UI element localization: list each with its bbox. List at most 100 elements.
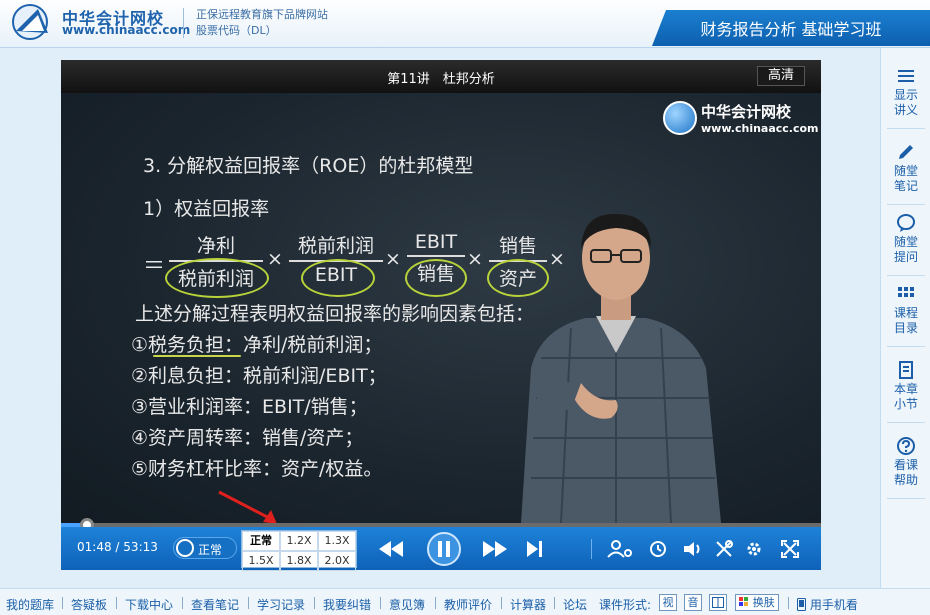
footer-link-qa-board[interactable]: 答疑板	[71, 596, 107, 613]
rewind-icon	[379, 540, 403, 557]
speed-toggle-button[interactable]: 正常	[173, 537, 237, 559]
mode-video-button[interactable]: 视	[659, 594, 677, 611]
sidebar-item-ask-question[interactable]: 随堂 提问	[881, 203, 930, 273]
sidebar-item-label: 提问	[893, 250, 918, 264]
player-controls: 01:48 / 53:13 正常 正常 1.2X 1.3X 1.5X 1.8X …	[61, 527, 821, 571]
sidebar-item-label: 小节	[893, 397, 918, 411]
video-frame[interactable]: 中华会计网校 www.chinaacc.com 3. 分解权益回报率（ROE）的…	[61, 93, 821, 523]
player-title-bar: 第11讲 杜邦分析 高清	[61, 60, 821, 93]
speed-option[interactable]: 1.3X	[318, 531, 356, 551]
speed-option[interactable]: 2.0X	[318, 551, 356, 571]
tools-button[interactable]	[711, 527, 737, 570]
teacher-button[interactable]	[605, 527, 635, 570]
courseware-mode-label: 课件形式:	[599, 598, 652, 612]
document-icon	[899, 361, 913, 379]
brand-url[interactable]: www.chinaacc.com	[62, 23, 190, 37]
timer-button[interactable]	[645, 527, 671, 570]
footer-divider	[62, 597, 63, 609]
slide-times: ×	[267, 248, 283, 270]
time-display: 01:48 / 53:13	[77, 540, 158, 554]
skin-label: 换肤	[752, 596, 775, 609]
settings-button[interactable]	[741, 527, 767, 570]
slide-list-item: ③营业利润率：EBIT/销售；	[131, 396, 368, 418]
next-button[interactable]	[523, 527, 547, 570]
slide-equals: ＝	[143, 254, 166, 279]
pencil-icon	[899, 145, 913, 159]
footer-link-feedback[interactable]: 意见簿	[389, 596, 425, 613]
tools-icon	[716, 539, 733, 557]
sidebar-item-label: 笔记	[893, 179, 918, 193]
pause-button[interactable]	[425, 527, 463, 570]
highlight-oval	[165, 258, 269, 298]
pause-icon	[427, 531, 461, 566]
footer-link-download-center[interactable]: 下载中心	[125, 596, 173, 613]
layout-icon	[712, 597, 724, 608]
sidebar-item-course-catalog[interactable]: 课程 目录	[881, 274, 930, 344]
slide-subheading: 1）权益回报率	[143, 198, 270, 220]
fraction-numerator: EBIT	[407, 231, 465, 257]
slide-intro: 上述分解过程表明权益回报率的影响因素包括：	[135, 303, 535, 325]
sidebar-divider	[887, 346, 925, 347]
speed-option[interactable]: 1.8X	[280, 551, 318, 571]
course-title-tab: 财务报告分析 基础学习班	[652, 10, 930, 46]
footer-divider	[314, 597, 315, 609]
header-tagline: 正保远程教育旗下品牌网站	[196, 8, 328, 21]
speed-label: 正常	[198, 543, 223, 557]
footer-divider	[116, 597, 117, 609]
stock-code: 股票代码（DL）	[196, 24, 277, 37]
right-sidebar: 显示 讲义 随堂 笔记 随堂 提问 课程 目录 本章 小节 看课 帮助	[880, 48, 930, 588]
mode-audio-button[interactable]: 音	[684, 594, 702, 611]
sidebar-divider	[887, 422, 925, 423]
menu-icon	[898, 70, 914, 82]
change-skin-button[interactable]: 换肤	[735, 594, 779, 611]
footer-divider	[788, 597, 789, 609]
quality-button[interactable]: 高清	[757, 66, 805, 86]
footer-divider	[248, 597, 249, 609]
footer-divider	[501, 597, 502, 609]
sidebar-item-help[interactable]: 看课 帮助	[881, 426, 930, 496]
sidebar-item-label: 看课	[893, 458, 918, 472]
layout-toggle-button[interactable]	[709, 594, 727, 611]
video-watermark: 中华会计网校 www.chinaacc.com	[663, 101, 819, 139]
presenter-figure	[521, 213, 721, 523]
highlight-underline	[153, 355, 241, 357]
footer-link-report-error[interactable]: 我要纠错	[323, 596, 371, 613]
slide-times: ×	[467, 248, 483, 270]
footer-bar: 我的题库 答疑板 下载中心 查看笔记 学习记录 我要纠错 意见簿 教师评价 计算…	[0, 588, 930, 615]
footer-link-forum[interactable]: 论坛	[563, 596, 587, 613]
volume-button[interactable]	[681, 527, 707, 570]
footer-link-question-bank[interactable]: 我的题库	[6, 596, 54, 613]
slide-times: ×	[385, 248, 401, 270]
sidebar-item-show-handout[interactable]: 显示 讲义	[881, 56, 930, 126]
chinaacc-logo-icon[interactable]	[8, 3, 56, 41]
fullscreen-button[interactable]	[777, 527, 803, 570]
sidebar-item-label: 课程	[893, 306, 918, 320]
fullscreen-icon	[781, 539, 799, 558]
footer-link-teacher-rating[interactable]: 教师评价	[444, 596, 492, 613]
slide-list-item: ①税务负担：净利/税前利润；	[131, 334, 383, 356]
footer-divider	[380, 597, 381, 609]
speed-option[interactable]: 1.2X	[280, 531, 318, 551]
sidebar-divider	[887, 498, 925, 499]
footer-divider	[554, 597, 555, 609]
sidebar-item-notes[interactable]: 随堂 笔记	[881, 132, 930, 202]
annotation-arrow-icon	[218, 490, 277, 523]
sidebar-item-label: 随堂	[893, 164, 918, 178]
total-time: 53:13	[123, 540, 158, 554]
rewind-button[interactable]	[377, 527, 405, 570]
footer-divider	[435, 597, 436, 609]
mobile-view-link[interactable]: 用手机看	[797, 596, 858, 613]
footer-divider	[182, 597, 183, 609]
video-player: 第11讲 杜邦分析 高清 中华会计网校 www.chinaacc.com 3. …	[61, 60, 821, 571]
grid-icon	[898, 287, 914, 297]
sidebar-item-label: 目录	[893, 321, 918, 335]
sidebar-item-chapter-sections[interactable]: 本章 小节	[881, 350, 930, 420]
speed-option[interactable]: 正常	[242, 531, 280, 551]
speed-option[interactable]: 1.5X	[242, 551, 280, 571]
fast-forward-button[interactable]	[481, 527, 509, 570]
highlight-oval	[405, 259, 467, 297]
current-time: 01:48	[77, 540, 112, 554]
footer-link-study-records[interactable]: 学习记录	[257, 596, 305, 613]
footer-link-view-notes[interactable]: 查看笔记	[191, 596, 239, 613]
footer-link-calculator[interactable]: 计算器	[510, 596, 546, 613]
